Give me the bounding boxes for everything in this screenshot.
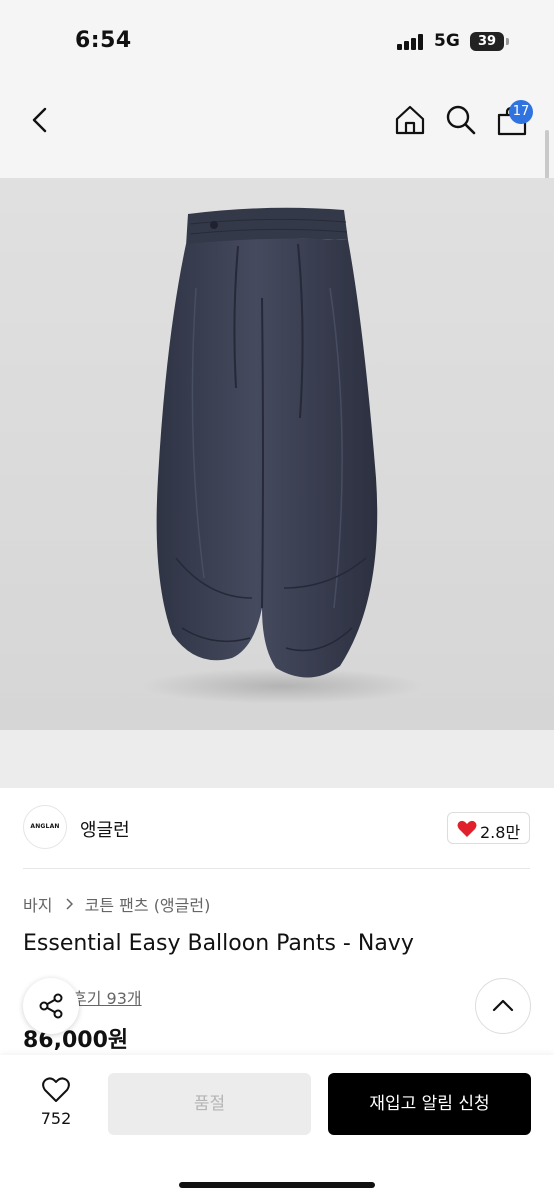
soldout-button[interactable]: 품절	[108, 1073, 311, 1135]
brand-like-button[interactable]: 2.8만	[447, 812, 530, 844]
divider	[23, 868, 530, 869]
share-icon	[39, 993, 63, 1019]
chevron-right-icon	[66, 898, 73, 910]
status-time: 6:54	[75, 28, 132, 53]
product-title: Essential Easy Balloon Pants - Navy	[23, 931, 414, 956]
image-pager-strip	[0, 730, 554, 788]
chevron-up-icon	[492, 999, 514, 1012]
product-image[interactable]	[0, 178, 554, 730]
restock-alert-button[interactable]: 재입고 알림 신청	[328, 1073, 531, 1135]
battery-cap	[506, 38, 509, 45]
heart-outline-icon	[42, 1077, 70, 1102]
heart-filled-icon	[457, 820, 477, 837]
breadcrumb-subcategory[interactable]: 코튼 팬츠 (앵글런)	[85, 892, 211, 916]
status-bar: 6:54 5G 39	[0, 0, 554, 80]
review-link[interactable]: 후기 93개	[72, 985, 142, 1009]
wishlist-button[interactable]: 752	[28, 1073, 84, 1133]
signal-icon	[397, 34, 425, 50]
home-icon[interactable]	[394, 104, 426, 136]
brand-name[interactable]: 앵글런	[80, 816, 130, 842]
breadcrumb-category[interactable]: 바지	[23, 892, 52, 916]
chevron-left-icon[interactable]	[28, 106, 52, 134]
product-photo	[142, 207, 422, 704]
breadcrumb: 바지 코튼 팬츠 (앵글런)	[23, 892, 210, 916]
battery-icon: 39	[470, 32, 504, 51]
brand-logo[interactable]: ANGLAN	[23, 805, 67, 849]
cart-count-badge: 17	[509, 100, 533, 124]
share-button[interactable]	[23, 978, 79, 1034]
search-icon[interactable]	[445, 104, 477, 136]
scroll-top-button[interactable]	[475, 978, 531, 1034]
brand-like-count: 2.8만	[480, 823, 521, 842]
wishlist-count: 752	[40, 1109, 72, 1128]
network-type: 5G	[434, 31, 460, 51]
home-indicator	[179, 1182, 375, 1188]
